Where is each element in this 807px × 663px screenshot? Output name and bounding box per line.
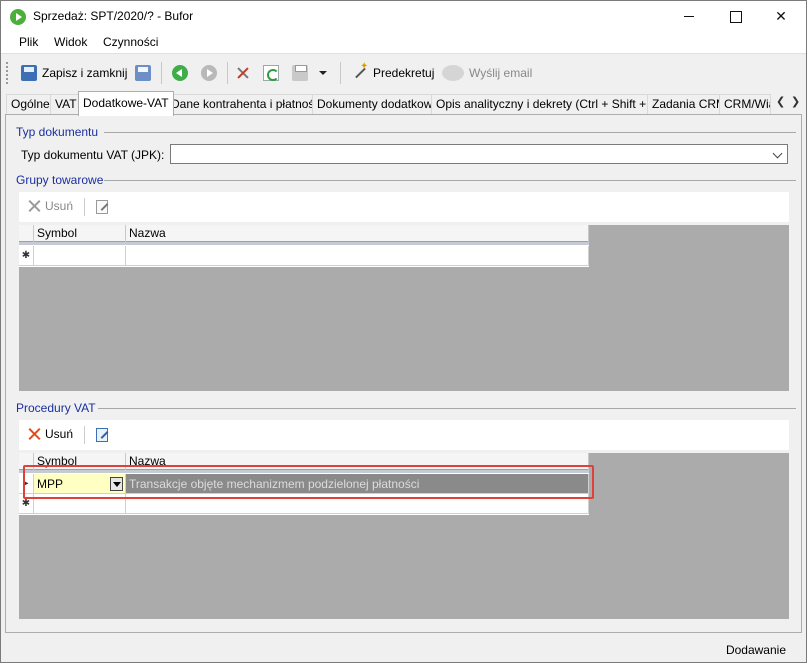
tab-scroll-right-icon[interactable]: ❯ (791, 95, 800, 108)
group-divider (104, 180, 796, 181)
refresh-icon (263, 65, 279, 81)
row-indicator-icon: ▸ (19, 474, 34, 494)
new-row[interactable]: ✱ (19, 246, 589, 266)
table-cell[interactable] (126, 246, 589, 266)
title-bar: Sprzedaż: SPT/2020/? - Bufor ✕ (1, 1, 806, 31)
toolbar-separator (84, 198, 85, 216)
menu-plik[interactable]: Plik (19, 35, 38, 49)
predekretuj-button[interactable]: Predekretuj (352, 61, 435, 83)
symbol-cell-select[interactable]: MPP (34, 474, 126, 494)
tab-panel: Typ dokumentu Typ dokumentu VAT (JPK): G… (5, 114, 802, 633)
menu-bar: Plik Widok Czynności (1, 31, 806, 53)
menu-czynnosci[interactable]: Czynności (103, 35, 158, 49)
tab-dokumenty-dodatkowe[interactable]: Dokumenty dodatkowe (312, 94, 445, 115)
tab-crm-wia[interactable]: CRM/Wia (719, 94, 771, 115)
toolbar: Zapisz i zamknij Predekretuj (1, 53, 806, 91)
remove-icon (27, 199, 41, 213)
tools-icon (235, 65, 251, 81)
vat-procedures-grid: Symbol Nazwa ▸ MPP Transakcje objęte mec… (19, 453, 789, 619)
group-title-doc-type: Typ dokumentu (16, 125, 99, 139)
table-cell[interactable] (34, 494, 126, 514)
edit-icon[interactable] (96, 200, 108, 214)
save-close-label: Zapisz i zamknij (42, 66, 128, 80)
chevron-down-icon (319, 71, 327, 75)
save-icon (21, 65, 37, 81)
toolbar-separator (340, 62, 341, 84)
product-groups-toolbar: Usuń (19, 192, 789, 222)
wand-icon (352, 61, 368, 81)
status-bar: Dodawanie (1, 637, 806, 662)
grid-header-indicator (19, 453, 34, 470)
save-disk-icon (135, 65, 151, 81)
doc-type-label: Typ dokumentu VAT (JPK): (21, 148, 165, 162)
group-title-vat-procedures: Procedury VAT (16, 401, 96, 415)
remove-label: Usuń (45, 427, 74, 441)
predekretuj-label: Predekretuj (373, 66, 435, 80)
print-dropdown-button[interactable] (319, 63, 327, 83)
minimize-button[interactable] (666, 1, 712, 31)
group-title-product-groups: Grupy towarowe (16, 173, 104, 187)
email-icon (442, 65, 464, 81)
new-row-icon: ✱ (19, 246, 34, 266)
dropdown-arrow-icon[interactable] (110, 477, 123, 491)
symbol-value: MPP (37, 477, 64, 491)
tab-strip: Ogólne VAT Dodatkowe-VAT Dane kontrahent… (1, 91, 806, 116)
tab-dodatkowe-vat[interactable]: Dodatkowe-VAT (78, 91, 174, 116)
product-groups-table: Symbol Nazwa ✱ (19, 225, 589, 267)
status-text: Dodawanie (725, 643, 786, 657)
doc-type-select[interactable] (170, 144, 788, 164)
name-cell[interactable]: Transakcje objęte mechanizmem podzielone… (126, 474, 589, 494)
table-row[interactable]: ▸ MPP Transakcje objęte mechanizmem podz… (19, 474, 589, 494)
toolbar-separator (161, 62, 162, 84)
window: Sprzedaż: SPT/2020/? - Bufor ✕ Plik Wido… (0, 0, 807, 663)
column-header-nazwa[interactable]: Nazwa (126, 453, 589, 470)
back-button[interactable] (172, 63, 188, 83)
toolbar-separator (227, 62, 228, 84)
menu-widok[interactable]: Widok (54, 35, 87, 49)
print-icon (292, 65, 308, 81)
new-row-icon: ✱ (19, 494, 34, 514)
new-row[interactable]: ✱ (19, 494, 589, 514)
grid-header-indicator (19, 225, 34, 242)
save-close-button[interactable]: Zapisz i zamknij (21, 63, 127, 83)
tools-button[interactable] (235, 63, 251, 83)
tab-vat[interactable]: VAT (50, 94, 82, 115)
product-groups-remove-button[interactable]: Usuń (27, 199, 73, 213)
toolbar-grip (6, 62, 9, 84)
vat-procedures-toolbar: Usuń (19, 420, 789, 450)
tab-ogolne[interactable]: Ogólne (6, 94, 55, 115)
send-email-label: Wyślij email (469, 66, 533, 80)
remove-label: Usuń (45, 199, 74, 213)
tab-opis-analityczny[interactable]: Opis analityczny i dekrety (Ctrl + Shift… (431, 94, 668, 115)
table-cell[interactable] (126, 494, 589, 514)
app-play-icon (10, 9, 26, 25)
print-button[interactable] (292, 63, 308, 83)
forward-icon (201, 65, 217, 81)
vat-procedures-remove-button[interactable]: Usuń (27, 427, 73, 441)
maximize-button[interactable] (712, 1, 758, 31)
window-title: Sprzedaż: SPT/2020/? - Bufor (33, 9, 194, 23)
tab-scroll-left-icon[interactable]: ❮ (776, 95, 785, 108)
tab-dane-kontrahenta[interactable]: Dane kontrahenta i płatności (166, 94, 329, 115)
grid-header: Symbol Nazwa (19, 225, 589, 245)
back-icon (172, 65, 188, 81)
chevron-down-icon (772, 148, 783, 159)
toolbar-separator (84, 426, 85, 444)
close-button[interactable]: ✕ (758, 1, 804, 31)
send-email-button[interactable]: Wyślij email (442, 63, 532, 83)
table-cell[interactable] (34, 246, 126, 266)
remove-icon (27, 427, 41, 441)
column-header-symbol[interactable]: Symbol (34, 225, 126, 242)
column-header-nazwa[interactable]: Nazwa (126, 225, 589, 242)
forward-button[interactable] (201, 63, 217, 83)
save-button[interactable] (135, 63, 151, 83)
column-header-symbol[interactable]: Symbol (34, 453, 126, 470)
product-groups-grid: Symbol Nazwa ✱ (19, 225, 789, 391)
refresh-button[interactable] (263, 63, 279, 83)
vat-procedures-table: Symbol Nazwa ▸ MPP Transakcje objęte mec… (19, 453, 589, 515)
edit-icon[interactable] (96, 428, 108, 442)
grid-header: Symbol Nazwa (19, 453, 589, 473)
group-divider (104, 132, 796, 133)
group-divider (98, 408, 796, 409)
